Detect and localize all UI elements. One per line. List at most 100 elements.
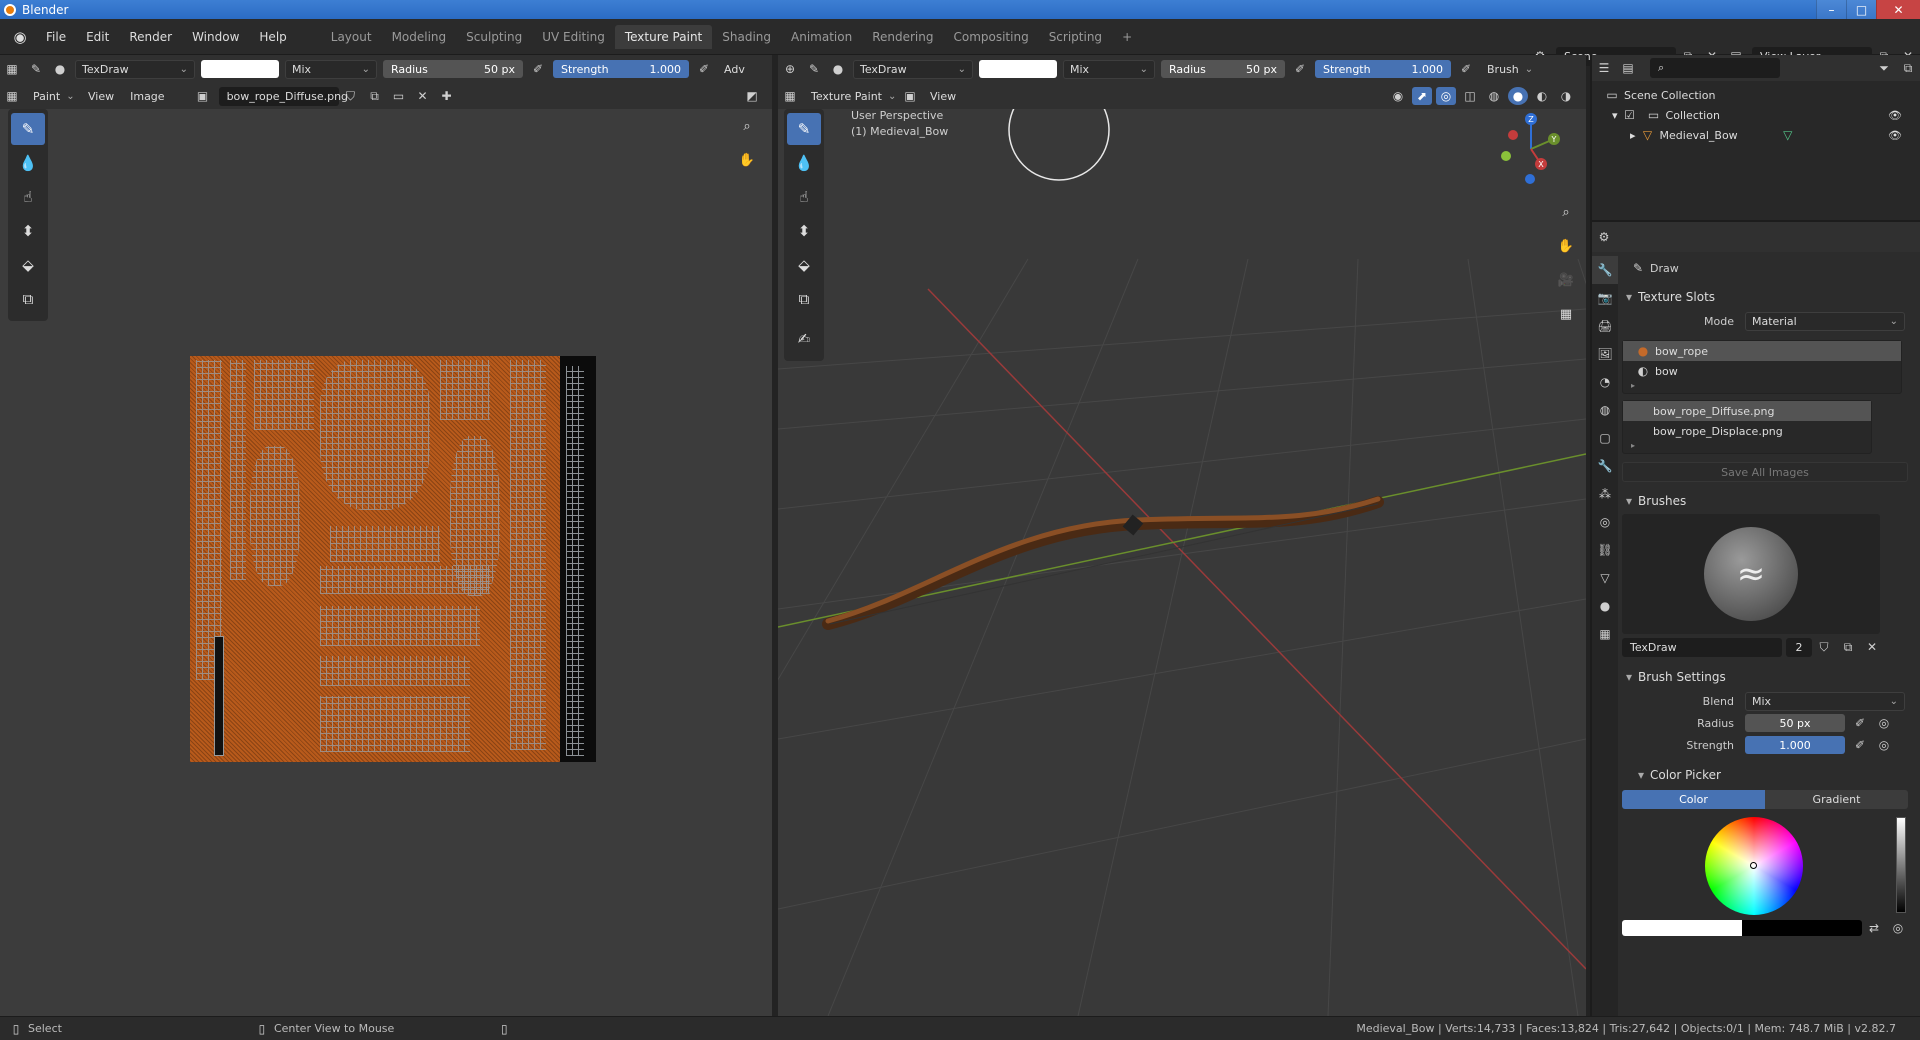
color-picker-panel[interactable]: Color Picker xyxy=(1622,762,1920,788)
list-item[interactable]: bow_rope_Diffuse.png xyxy=(1623,401,1871,421)
tab-modeling[interactable]: Modeling xyxy=(382,25,457,49)
tab-layout[interactable]: Layout xyxy=(321,25,382,49)
checkbox-icon[interactable]: ☑ xyxy=(1620,106,1640,124)
perspective-toggle-icon[interactable]: ▦ xyxy=(1553,301,1579,327)
viewport-pan-icon[interactable]: ✋ xyxy=(1553,233,1579,259)
view-layer-tab-icon[interactable]: 🖼 xyxy=(1592,340,1618,368)
props-radius-slider[interactable]: 50 px xyxy=(1745,714,1845,732)
close-window-button[interactable]: ✕ xyxy=(1876,0,1920,19)
brush-users-count[interactable]: 2 xyxy=(1786,637,1812,657)
display-mode-dropdown-icon[interactable]: ▤ xyxy=(1618,59,1638,77)
viewport-brush-tool-icon[interactable]: ✎ xyxy=(804,60,824,78)
save-all-images-button[interactable]: Save All Images xyxy=(1622,462,1908,482)
radius-pressure-icon[interactable]: ✐ xyxy=(528,60,548,78)
tool-tab-icon[interactable]: 🔧 xyxy=(1592,256,1618,284)
maximize-button[interactable]: □ xyxy=(1846,0,1876,19)
pan-hand-icon[interactable]: ✋ xyxy=(734,147,760,173)
tab-compositing[interactable]: Compositing xyxy=(943,25,1038,49)
open-image-icon[interactable]: ▭ xyxy=(389,87,409,105)
menu-edit[interactable]: Edit xyxy=(76,30,119,44)
soften-tool-icon[interactable]: 💧 xyxy=(11,147,45,179)
new-image-icon[interactable]: ⧉ xyxy=(365,87,385,105)
image-browse-icon[interactable]: ▣ xyxy=(193,87,213,105)
tab-sculpting[interactable]: Sculpting xyxy=(456,25,532,49)
navigation-gizmo[interactable]: Z Y X xyxy=(1496,109,1566,189)
list-item[interactable]: ◐ bow xyxy=(1623,361,1901,381)
object-row[interactable]: ▸ ▽ Medieval_Bow ▽ 👁 xyxy=(1600,125,1912,145)
brush-menu[interactable]: Brush xyxy=(1481,61,1535,78)
add-workspace-icon[interactable]: + xyxy=(1112,25,1142,49)
menu-window[interactable]: Window xyxy=(182,30,249,44)
pin-icon[interactable]: ✚ xyxy=(437,87,457,105)
viewport-smear-tool-icon[interactable]: ☝ xyxy=(787,181,821,213)
tab-scripting[interactable]: Scripting xyxy=(1039,25,1112,49)
object-eye-icon[interactable]: 👁 xyxy=(1888,129,1902,142)
mode-dropdown[interactable]: Paint xyxy=(27,88,77,105)
smear-tool-icon[interactable]: ☝ xyxy=(11,181,45,213)
display-mode-icon[interactable]: ◩ xyxy=(742,87,762,105)
radius-unit-icon[interactable]: ◎ xyxy=(1874,714,1894,732)
visibility-icon[interactable]: ◉ xyxy=(1388,87,1408,105)
menu-file[interactable]: File xyxy=(36,30,76,44)
view-menu[interactable]: View xyxy=(80,90,122,103)
list-item[interactable]: bow_rope_Displace.png xyxy=(1623,421,1871,441)
image-menu[interactable]: Image xyxy=(122,90,172,103)
tab-animation[interactable]: Animation xyxy=(781,25,862,49)
blender-menu-icon[interactable]: ◉ xyxy=(10,27,30,47)
duplicate-brush-icon[interactable]: ⧉ xyxy=(1838,638,1858,656)
swap-colors-icon[interactable]: ⇄ xyxy=(1864,919,1884,937)
expand-arrow-icon[interactable]: ▸ xyxy=(1630,129,1636,142)
editor-type-icon[interactable]: ▦ xyxy=(2,60,22,78)
primary-color-swatch[interactable] xyxy=(1622,920,1742,936)
advanced-menu[interactable]: Adv xyxy=(716,63,753,76)
world-tab-icon[interactable]: ◍ xyxy=(1592,396,1618,424)
modifier-tab-icon[interactable]: 🔧 xyxy=(1592,452,1618,480)
viewport-draw-tool-icon[interactable]: ✎ xyxy=(787,113,821,145)
solid-shading-icon[interactable]: ● xyxy=(1508,87,1528,105)
secondary-color-swatch[interactable] xyxy=(1742,920,1862,936)
new-collection-icon[interactable]: ⧉ xyxy=(1898,59,1918,77)
strength-unit-icon[interactable]: ◎ xyxy=(1874,736,1894,754)
radius-pressure-icon[interactable]: ✐ xyxy=(1850,714,1870,732)
menu-render[interactable]: Render xyxy=(119,30,182,44)
viewport-view-menu[interactable]: View xyxy=(922,90,964,103)
unlink-image-icon[interactable]: ✕ xyxy=(413,87,433,105)
fake-user-shield-icon[interactable]: ⛉ xyxy=(1814,638,1834,656)
material-tab-icon[interactable]: ● xyxy=(1592,592,1618,620)
gradient-tab[interactable]: Gradient xyxy=(1765,790,1908,809)
collection-row[interactable]: ▾ ☑ ▭ Collection 👁 xyxy=(1600,105,1912,125)
material-shading-icon[interactable]: ◐ xyxy=(1532,87,1552,105)
image-name-field[interactable]: bow_rope_Diffuse.png xyxy=(218,86,348,106)
strength-slider[interactable]: Strength 1.000 xyxy=(553,60,689,78)
tab-uv-editing[interactable]: UV Editing xyxy=(532,25,615,49)
expand-arrow-icon[interactable]: ▾ xyxy=(1612,109,1618,122)
overlay-icon[interactable]: ◎ xyxy=(1436,87,1456,105)
fill-tool-icon[interactable]: ⬙ xyxy=(11,249,45,281)
tab-rendering[interactable]: Rendering xyxy=(862,25,943,49)
3d-viewport[interactable]: User Perspective (1) Medieval_Bow ✎ 💧 ☝ … xyxy=(778,109,1586,1016)
paint-mask-icon[interactable]: ▣ xyxy=(900,87,920,105)
color-wheel-cursor[interactable] xyxy=(1750,862,1757,869)
object-tab-icon[interactable]: ▢ xyxy=(1592,424,1618,452)
tab-shading[interactable]: Shading xyxy=(712,25,781,49)
outliner-search-input[interactable]: ⌕ xyxy=(1650,58,1780,78)
list-item[interactable]: ● bow_rope xyxy=(1623,341,1901,361)
image-editor-area[interactable]: ✎ 💧 ☝ ⬍ ⬙ ⧉ ⌕ ✋ xyxy=(0,109,772,1016)
output-tab-icon[interactable]: 🖨 xyxy=(1592,312,1618,340)
constraints-tab-icon[interactable]: ⛓ xyxy=(1592,536,1618,564)
texture-tab-icon[interactable]: ▦ xyxy=(1592,620,1618,648)
brush-preview[interactable]: ≈ xyxy=(1622,514,1880,634)
color-tab[interactable]: Color xyxy=(1622,790,1765,809)
unlink-brush-icon[interactable]: ✕ xyxy=(1862,638,1882,656)
fake-user-icon[interactable]: ⛉ xyxy=(341,87,361,105)
scene-tab-icon[interactable]: ◔ xyxy=(1592,368,1618,396)
slot-mode-dropdown[interactable]: Material xyxy=(1745,311,1905,331)
blend-mode-dropdown[interactable]: Mix xyxy=(285,59,377,79)
props-strength-slider[interactable]: 1.000 xyxy=(1745,736,1845,754)
annotate-tool-icon[interactable]: ✍ xyxy=(787,323,821,355)
viewport-fill-tool-icon[interactable]: ⬙ xyxy=(787,249,821,281)
mask-tool-icon[interactable]: ⧉ xyxy=(11,283,45,315)
viewport-brush-selector[interactable]: TexDraw xyxy=(853,59,973,79)
wireframe-shading-icon[interactable]: ◍ xyxy=(1484,87,1504,105)
value-slider[interactable] xyxy=(1896,817,1906,913)
